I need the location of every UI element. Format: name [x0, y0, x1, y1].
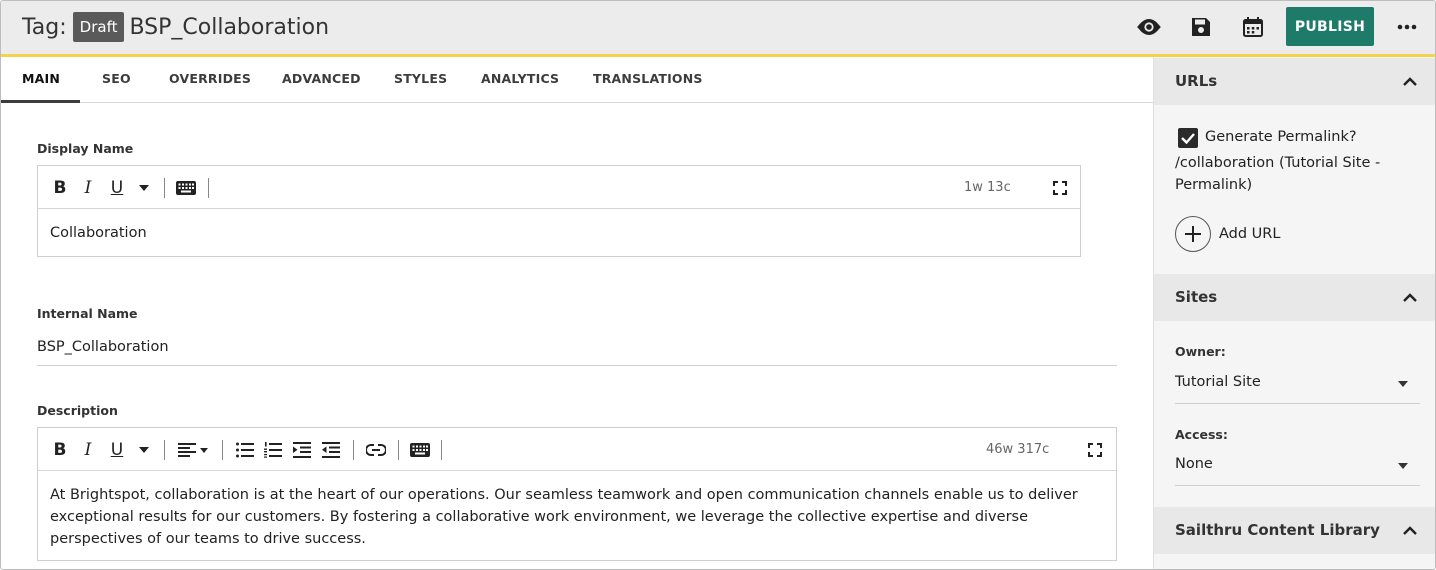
more-format-dropdown-icon[interactable] — [134, 428, 154, 471]
tab-styles[interactable]: STYLES — [394, 57, 447, 103]
publish-button[interactable]: PUBLISH — [1286, 7, 1374, 46]
tab-advanced[interactable]: ADVANCED — [282, 57, 361, 103]
internal-name-input[interactable]: BSP_Collaboration — [37, 336, 1117, 366]
indent-icon[interactable] — [289, 428, 315, 471]
sailthru-section-title: Sailthru Content Library — [1175, 521, 1380, 539]
title-prefix: Tag: — [22, 14, 67, 40]
toolbar-divider — [353, 440, 354, 460]
display-name-input[interactable]: Collaboration — [50, 222, 1060, 244]
underline-button[interactable]: U — [105, 428, 129, 471]
italic-button[interactable]: I — [76, 166, 100, 209]
chevron-up-icon — [1403, 526, 1417, 535]
toolbar-divider — [164, 440, 165, 460]
keyboard-icon[interactable] — [407, 428, 433, 471]
right-sidebar: URLs Generate Permalink? /collaboration … — [1153, 57, 1435, 569]
word-char-count: 46w 317c — [986, 442, 1050, 457]
description-editor: B I U 46w 317c At Brightspot, collaborat… — [37, 427, 1117, 561]
add-url-link[interactable]: Add URL — [1219, 223, 1280, 245]
more-format-dropdown-icon[interactable] — [134, 166, 154, 209]
page-header: Tag: Draft BSP_Collaboration PUBLISH — [1, 1, 1435, 54]
italic-button[interactable]: I — [76, 428, 100, 471]
sailthru-section-header[interactable]: Sailthru Content Library — [1154, 507, 1435, 554]
outdent-icon[interactable] — [318, 428, 344, 471]
tab-bar: MAIN SEO OVERRIDES ADVANCED STYLES ANALY… — [1, 57, 1153, 103]
add-url-plus-icon[interactable] — [1175, 216, 1211, 252]
urls-section-header[interactable]: URLs — [1154, 58, 1435, 105]
dropdown-arrow-icon — [1398, 463, 1408, 469]
preview-eye-icon[interactable] — [1135, 13, 1163, 41]
owner-select[interactable]: Tutorial Site — [1175, 368, 1420, 404]
toolbar-divider — [398, 440, 399, 460]
toolbar-divider — [441, 440, 442, 460]
access-select[interactable]: None — [1175, 450, 1420, 486]
dropdown-arrow-icon — [1398, 381, 1408, 387]
tab-analytics[interactable]: ANALYTICS — [481, 57, 559, 103]
access-select-value: None — [1175, 456, 1213, 472]
tab-translations[interactable]: TRANSLATIONS — [593, 57, 703, 103]
align-left-icon[interactable] — [174, 428, 214, 471]
display-name-label: Display Name — [37, 141, 134, 156]
owner-label: Owner: — [1175, 344, 1226, 359]
chevron-up-icon — [1403, 77, 1417, 86]
more-options-icon[interactable] — [1393, 13, 1421, 41]
keyboard-icon[interactable] — [173, 166, 199, 209]
internal-name-label: Internal Name — [37, 306, 138, 321]
tab-main[interactable]: MAIN — [1, 57, 80, 103]
bulleted-list-icon[interactable] — [232, 428, 258, 471]
link-icon[interactable] — [362, 428, 390, 471]
underline-button[interactable]: U — [105, 166, 129, 209]
sites-section-title: Sites — [1175, 288, 1218, 306]
main-form: Display Name B I U 1w 13c Collaboration … — [1, 103, 1153, 569]
chevron-up-icon — [1403, 293, 1417, 302]
display-name-toolbar: B I U 1w 13c — [38, 166, 1080, 209]
display-name-editor: B I U 1w 13c Collaboration — [37, 165, 1081, 257]
word-char-count: 1w 13c — [964, 180, 1011, 195]
numbered-list-icon[interactable] — [260, 428, 286, 471]
generate-permalink-label: Generate Permalink? — [1205, 129, 1357, 145]
description-input[interactable]: At Brightspot, collaboration is at the h… — [50, 484, 1096, 550]
calendar-schedule-icon[interactable] — [1239, 13, 1267, 41]
save-icon[interactable] — [1187, 13, 1215, 41]
fullscreen-icon[interactable] — [1048, 166, 1072, 209]
content-edit-window: Tag: Draft BSP_Collaboration PUBLISH MAI… — [0, 0, 1436, 570]
toolbar-divider — [222, 440, 223, 460]
content-title: BSP_Collaboration — [129, 14, 330, 40]
tab-overrides[interactable]: OVERRIDES — [169, 57, 251, 103]
description-label: Description — [37, 403, 118, 418]
urls-section-title: URLs — [1175, 72, 1218, 90]
permalink-value: /collaboration (Tutorial Site - Permalin… — [1175, 155, 1381, 193]
sites-section-header[interactable]: Sites — [1154, 274, 1435, 321]
owner-select-value: Tutorial Site — [1175, 374, 1261, 390]
toolbar-divider — [164, 178, 165, 198]
page-title: Tag: Draft BSP_Collaboration — [22, 11, 329, 43]
toolbar-divider — [208, 178, 209, 198]
description-toolbar: B I U 46w 317c — [38, 428, 1116, 471]
fullscreen-icon[interactable] — [1083, 428, 1107, 471]
access-label: Access: — [1175, 427, 1228, 442]
status-badge: Draft — [72, 12, 125, 42]
tab-seo[interactable]: SEO — [102, 57, 131, 103]
check-icon — [1181, 133, 1195, 145]
bold-button[interactable]: B — [48, 428, 72, 471]
generate-permalink-checkbox[interactable] — [1178, 128, 1198, 148]
bold-button[interactable]: B — [48, 166, 72, 209]
